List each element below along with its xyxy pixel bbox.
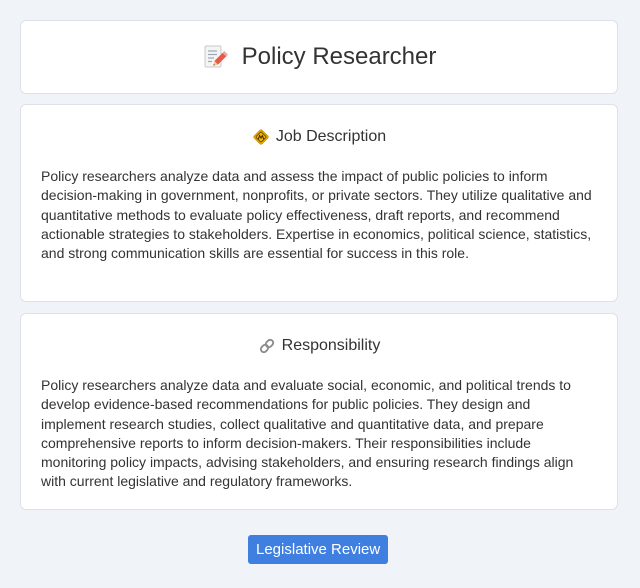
job-description-card: Job Description Policy researchers analy… (20, 104, 618, 302)
job-description-heading-label: Job Description (275, 128, 387, 145)
responsibility-card: Responsibility Policy researchers analyz… (20, 313, 618, 510)
header-card: Policy Researcher (20, 20, 618, 94)
construction-sign-icon (252, 128, 270, 146)
memo-icon (202, 44, 228, 70)
responsibility-text: Policy researchers analyze data and eval… (41, 377, 574, 490)
link-icon (258, 337, 276, 355)
responsibility-heading-label: Responsibility (281, 337, 381, 354)
responsibility-heading: Responsibility (41, 336, 597, 356)
page-title: Policy Researcher (241, 43, 437, 70)
legislative-review-button[interactable]: Legislative Review (248, 535, 389, 564)
job-description-heading: Job Description (41, 127, 597, 147)
job-description-text: Policy researchers analyze data and asse… (41, 168, 592, 262)
